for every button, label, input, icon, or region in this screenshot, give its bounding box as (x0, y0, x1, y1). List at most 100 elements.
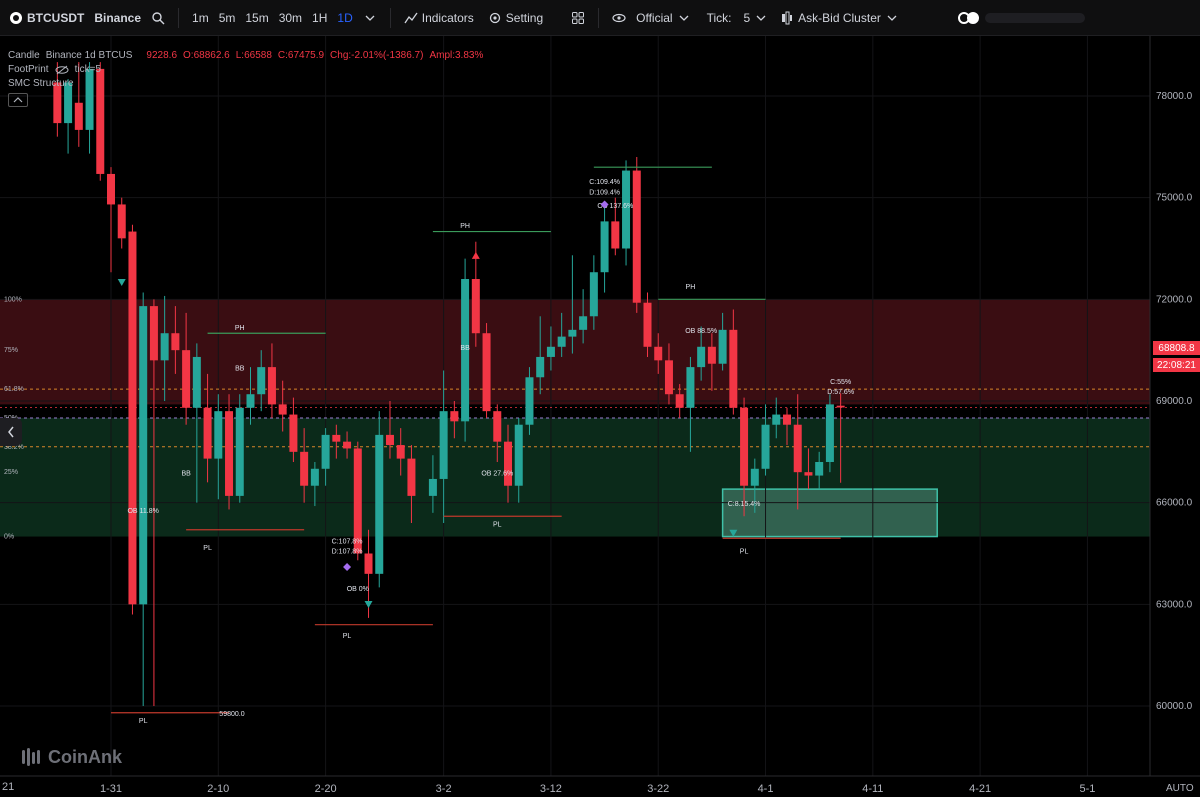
timeframe-1h[interactable]: 1H (307, 11, 332, 25)
candle-body (160, 333, 169, 361)
timeframe-30m[interactable]: 30m (274, 11, 307, 25)
candle-body (107, 173, 115, 205)
annotation-label: D:107.8% (332, 549, 363, 556)
chevron-left-icon (8, 426, 14, 438)
low-price-label: 59800.0 (219, 711, 244, 718)
annotation-label: PH (686, 284, 696, 291)
y-tick-label: 69000.0 (1156, 396, 1193, 407)
tick-value: 5 (743, 10, 751, 25)
setting-button[interactable]: Setting (483, 11, 548, 25)
current-price-tag: 68808.8 (1153, 341, 1200, 355)
candle-body (654, 346, 663, 361)
candle-body (632, 170, 641, 303)
candle-body (675, 394, 684, 408)
chevron-down-icon (756, 15, 766, 21)
candle-body (149, 306, 158, 361)
fib-label: 61.8% (4, 386, 24, 393)
y-tick-label: 78000.0 (1156, 91, 1193, 102)
countdown-tag: 22:08:21 (1153, 358, 1200, 372)
grid-icon (572, 11, 585, 24)
legend-collapse-button[interactable] (8, 93, 28, 107)
symbol-selector[interactable]: BTCUSDT Binance (4, 11, 146, 25)
x-axis-corner-label: 21 (2, 781, 15, 793)
candle-body (471, 279, 480, 334)
price-chart[interactable]: 100%75%61.8%50%38.2%25%0% 59800.0PHPHPHP… (0, 36, 1200, 797)
candle-body (310, 468, 319, 486)
timeframe-5m[interactable]: 5m (214, 11, 241, 25)
legend-open: O:68862.6 (183, 50, 230, 61)
candle-body (139, 306, 148, 605)
x-tick-label: 5-1 (1079, 783, 1095, 795)
y-tick-label: 60000.0 (1156, 701, 1193, 712)
eye-slash-icon[interactable] (55, 65, 69, 75)
candle-body (128, 231, 137, 605)
timeframe-dropdown[interactable] (358, 11, 382, 25)
chevron-down-icon (365, 15, 375, 21)
candle-body (321, 434, 330, 469)
legend-smc: SMC Structure (8, 78, 74, 89)
legend-footprint-row[interactable]: FootPrint tick=5 (8, 63, 483, 77)
layout-button[interactable] (566, 11, 590, 25)
timeframe-1d[interactable]: 1D (332, 11, 357, 25)
y-tick-label: 72000.0 (1156, 294, 1193, 305)
cluster-dropdown[interactable]: Ask-Bid Cluster (775, 11, 904, 25)
tick-dropdown[interactable]: Tick: 5 (702, 11, 774, 25)
legend-close: C:67475.9 (277, 50, 325, 61)
candle-body (536, 356, 545, 378)
official-dropdown[interactable]: Official (607, 11, 695, 25)
chevron-up-icon (13, 97, 23, 103)
legend-symbol: Binance 1d BTCUS (45, 50, 133, 61)
legend-change: Chg:-2.01%(-1386.7) (330, 50, 424, 61)
signal-down-icon (117, 279, 126, 286)
indicators-button[interactable]: Indicators (399, 11, 479, 25)
annotation-label: BB (235, 366, 245, 373)
annotation-label: C:8.15.4% (728, 501, 761, 508)
candle-body (246, 394, 255, 408)
annotation-label: PL (740, 549, 749, 556)
timeframe-1m[interactable]: 1m (187, 11, 214, 25)
indicators-icon (404, 12, 418, 23)
x-axis[interactable]: 1-31 2-10 2-20 3-2 3-12 3-22 4-1 4-11 4-21 5-1 (0, 775, 1200, 795)
candle-body (182, 350, 191, 408)
candle-body (267, 367, 276, 405)
annotation-label: PH (460, 223, 470, 230)
legend-candle-row[interactable]: Candle Binance 1d BTCUS 9228.6 O:68862.6… (8, 49, 483, 63)
candle-body (825, 404, 834, 462)
legend-ampl: Ampl:3.83% (429, 50, 484, 61)
candle-body (525, 377, 534, 425)
candle-body (203, 407, 212, 459)
candle-body (686, 367, 695, 408)
candle-body (375, 434, 384, 574)
divider (389, 7, 391, 28)
y-axis-background (1150, 36, 1200, 797)
candle-body (514, 424, 523, 486)
candle-body (643, 302, 652, 347)
annotation-label: C:107.8% (332, 538, 363, 545)
replay-toggle[interactable] (957, 11, 979, 24)
cluster-label: Ask-Bid Cluster (798, 10, 881, 25)
candle-body (782, 414, 791, 425)
auto-scale-button[interactable]: AUTO (1166, 783, 1194, 794)
search-button[interactable] (146, 11, 170, 25)
scroll-left-button[interactable] (0, 418, 22, 446)
y-tick-label: 66000.0 (1156, 498, 1193, 509)
y-axis[interactable]: 57000.060000.063000.066000.069000.072000… (1149, 36, 1200, 797)
candle-body (482, 333, 491, 412)
divider (598, 7, 600, 28)
legend-smc-row[interactable]: SMC Structure (8, 77, 483, 91)
candle-body (493, 411, 502, 442)
candle-body (718, 329, 727, 364)
candle-body (364, 553, 373, 574)
x-tick-label: 3-22 (647, 783, 669, 795)
official-label: Official (636, 10, 673, 25)
x-tick-label: 2-10 (207, 783, 229, 795)
chart-legend: Candle Binance 1d BTCUS 9228.6 O:68862.6… (8, 49, 483, 107)
legend-low: L:66588 (235, 50, 272, 61)
candle-body (278, 404, 287, 415)
candle-body (257, 367, 266, 395)
search-icon (152, 11, 165, 24)
timeframe-15m[interactable]: 15m (240, 11, 273, 25)
annotation-label: OB 0% (347, 586, 369, 593)
candle-body (171, 333, 180, 351)
candle-body (450, 411, 459, 422)
